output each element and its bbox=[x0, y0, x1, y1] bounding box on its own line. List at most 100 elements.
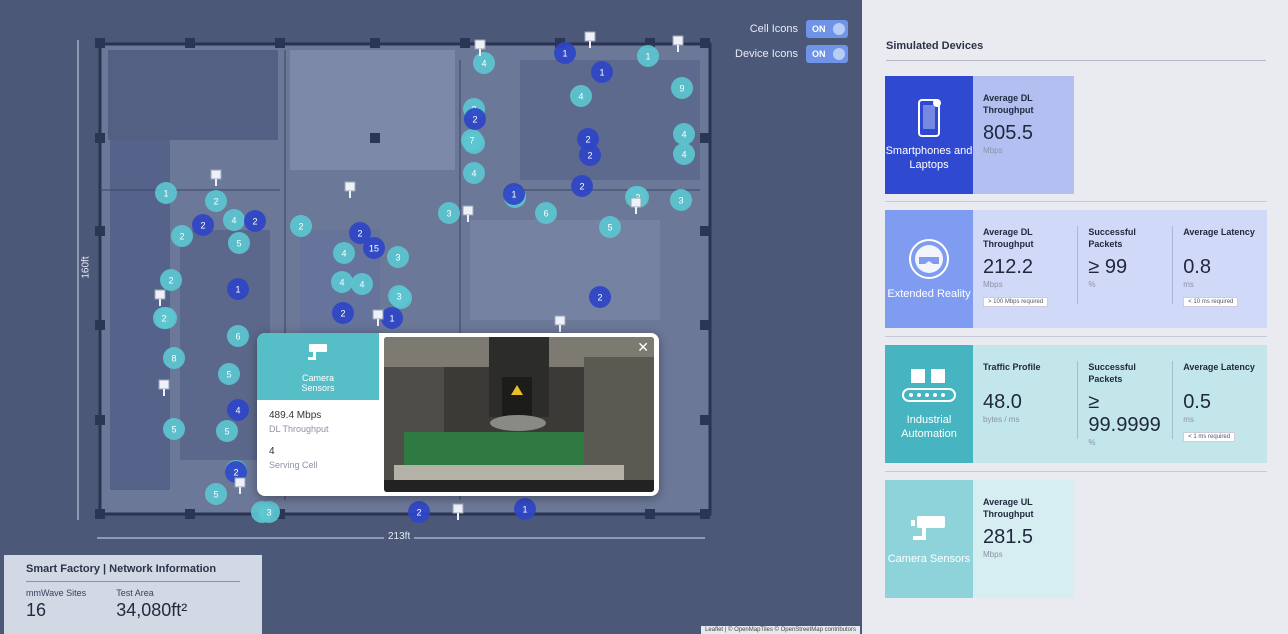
device-marker-label: 2 bbox=[161, 314, 166, 324]
device-marker-label: 5 bbox=[236, 239, 241, 249]
device-marker-label: 2 bbox=[357, 229, 362, 239]
card-name: Camera Sensors bbox=[887, 553, 971, 565]
popup-header: Camera Sensors bbox=[257, 333, 379, 400]
metric: Successful Packets ≥ 99.9999% bbox=[1077, 361, 1172, 447]
conveyor-icon bbox=[902, 369, 956, 402]
popup-info: Camera Sensors 489.4 Mbps DL Throughput … bbox=[257, 333, 379, 496]
cell-site-icon[interactable] bbox=[584, 31, 596, 42]
cell-icons-toggle[interactable]: ON bbox=[806, 20, 848, 38]
device-marker-label: 3 bbox=[396, 292, 401, 302]
cell-site-icon[interactable] bbox=[462, 205, 474, 216]
popup-cell: 4 bbox=[269, 446, 275, 457]
device-marker-label: 2 bbox=[579, 182, 584, 192]
toggle-knob bbox=[833, 23, 845, 35]
popup-throughput: 489.4 Mbps bbox=[269, 410, 322, 421]
device-marker-label: 1 bbox=[645, 52, 650, 62]
cell-site-icon[interactable] bbox=[344, 181, 356, 192]
device-icons-label: Device Icons bbox=[735, 48, 798, 60]
factory-map[interactable]: 4512245372463213325345655321426894437234… bbox=[0, 0, 862, 634]
cell-site-icon[interactable] bbox=[474, 39, 486, 50]
sites-value: 16 bbox=[26, 600, 47, 620]
metric-unit: Mbps bbox=[983, 280, 1003, 289]
map-attribution[interactable]: Leaflet | © OpenMapTiles © OpenStreetMap… bbox=[701, 626, 860, 634]
device-marker-label: 3 bbox=[395, 253, 400, 263]
close-icon[interactable]: ✕ bbox=[637, 339, 649, 356]
device-marker-label: 5 bbox=[171, 425, 176, 435]
toggle-knob bbox=[833, 48, 845, 60]
area-value: 34,080ft² bbox=[116, 600, 188, 620]
metric-label: Successful Packets bbox=[1088, 227, 1136, 249]
device-marker-label: 2 bbox=[585, 135, 590, 145]
device-marker-label: 3 bbox=[266, 508, 271, 518]
device-marker-label: 15 bbox=[369, 244, 379, 254]
cell-site-icon[interactable] bbox=[630, 197, 642, 208]
camera-feed-image bbox=[384, 337, 654, 492]
device-marker-label: 2 bbox=[587, 151, 592, 161]
device-marker-label: 3 bbox=[678, 196, 683, 206]
cell-site-icon[interactable] bbox=[154, 289, 166, 300]
device-marker-label: 4 bbox=[231, 216, 236, 226]
metric-label: Average Latency bbox=[1183, 362, 1255, 372]
cell-site-icon[interactable] bbox=[234, 477, 246, 488]
metric-value: ≥ 99 bbox=[1088, 256, 1128, 278]
metric-value: 0.8 bbox=[1183, 256, 1211, 278]
device-marker-label: 1 bbox=[235, 285, 240, 295]
requirement-badge: > 100 Mbps required bbox=[983, 297, 1049, 307]
metric-label: Average Latency bbox=[1183, 227, 1255, 237]
cell-site-icon[interactable] bbox=[372, 309, 384, 320]
divider bbox=[885, 201, 1267, 202]
metric-unit: ms bbox=[1183, 280, 1194, 289]
card-industrial-automation[interactable]: Industrial Automation Traffic Profile 48.… bbox=[885, 345, 1267, 463]
cell-site-icon[interactable] bbox=[158, 379, 170, 390]
device-marker-label: 2 bbox=[298, 222, 303, 232]
cell-icons-label: Cell Icons bbox=[749, 23, 798, 35]
metric-value: 48.0 bbox=[983, 391, 1022, 413]
cell-site-icon[interactable] bbox=[210, 169, 222, 180]
device-marker-label: 4 bbox=[681, 150, 686, 160]
card-name: Extended Reality bbox=[887, 288, 971, 300]
card-body: Average UL Throughput 281.5 Mbps bbox=[973, 480, 1074, 598]
device-marker-label: 1 bbox=[163, 189, 168, 199]
device-marker-label: 1 bbox=[511, 190, 516, 200]
toggle-state: ON bbox=[812, 24, 826, 34]
device-icons-toggle[interactable]: ON bbox=[806, 45, 848, 63]
device-icons-toggle-row: Device Icons ON bbox=[735, 45, 848, 63]
metric-unit: ms bbox=[1183, 415, 1194, 424]
cell-site-icon[interactable] bbox=[554, 315, 566, 326]
network-info-box: Smart Factory | Network Information mmWa… bbox=[4, 555, 262, 634]
card-camera-sensors[interactable]: Camera Sensors Average UL Throughput 281.… bbox=[885, 480, 1074, 598]
device-marker-label: 4 bbox=[341, 249, 346, 259]
cell-site-icon[interactable] bbox=[672, 35, 684, 46]
camera-icon bbox=[257, 341, 379, 369]
sites-label: mmWave Sites bbox=[26, 588, 87, 598]
metric-unit: bytes / ms bbox=[983, 415, 1020, 424]
metric-value: 212.2 bbox=[983, 256, 1034, 278]
device-marker-label: 2 bbox=[233, 468, 238, 478]
popup-cell-label: Serving Cell bbox=[269, 460, 318, 470]
card-icon-box: Smartphones and Laptops bbox=[885, 76, 973, 194]
card-smartphones[interactable]: Smartphones and Laptops Average DL Throu… bbox=[885, 76, 1074, 194]
card-extended-reality[interactable]: Extended Reality Average DL Throughput 21… bbox=[885, 210, 1267, 328]
card-body: Average DL Throughput 212.2 Mbps > 100 Mbps… bbox=[973, 210, 1267, 328]
metric-unit: Mbps bbox=[983, 146, 1003, 155]
popup-throughput-label: DL Throughput bbox=[269, 424, 329, 434]
device-marker-label: 6 bbox=[543, 209, 548, 219]
vr-headset-icon bbox=[909, 239, 949, 279]
device-marker-label: 4 bbox=[359, 280, 364, 290]
cell-site-icon[interactable] bbox=[452, 503, 464, 514]
device-popup[interactable]: Camera Sensors 489.4 Mbps DL Throughput … bbox=[257, 333, 659, 496]
device-marker-label: 5 bbox=[226, 370, 231, 380]
card-body: Average DL Throughput 805.5 Mbps bbox=[973, 76, 1074, 194]
floor-plan: 4512245372463213325345655321426894437234… bbox=[77, 31, 712, 539]
metric-value: ≥ 99.9999 bbox=[1088, 391, 1161, 436]
device-marker-label: 5 bbox=[607, 223, 612, 233]
metric-label: Average DL Throughput bbox=[983, 93, 1034, 115]
simulated-devices-panel: Simulated Devices Smartphones and Laptop… bbox=[862, 0, 1288, 634]
metric-label: Successful Packets bbox=[1088, 362, 1136, 384]
height-dimension: 160ft bbox=[80, 253, 92, 282]
device-marker-label: 1 bbox=[522, 505, 527, 515]
device-marker-label: 6 bbox=[235, 332, 240, 342]
toggle-state: ON bbox=[812, 49, 826, 59]
card-icon-box: Camera Sensors bbox=[885, 480, 973, 598]
device-marker-label: 2 bbox=[179, 232, 184, 242]
